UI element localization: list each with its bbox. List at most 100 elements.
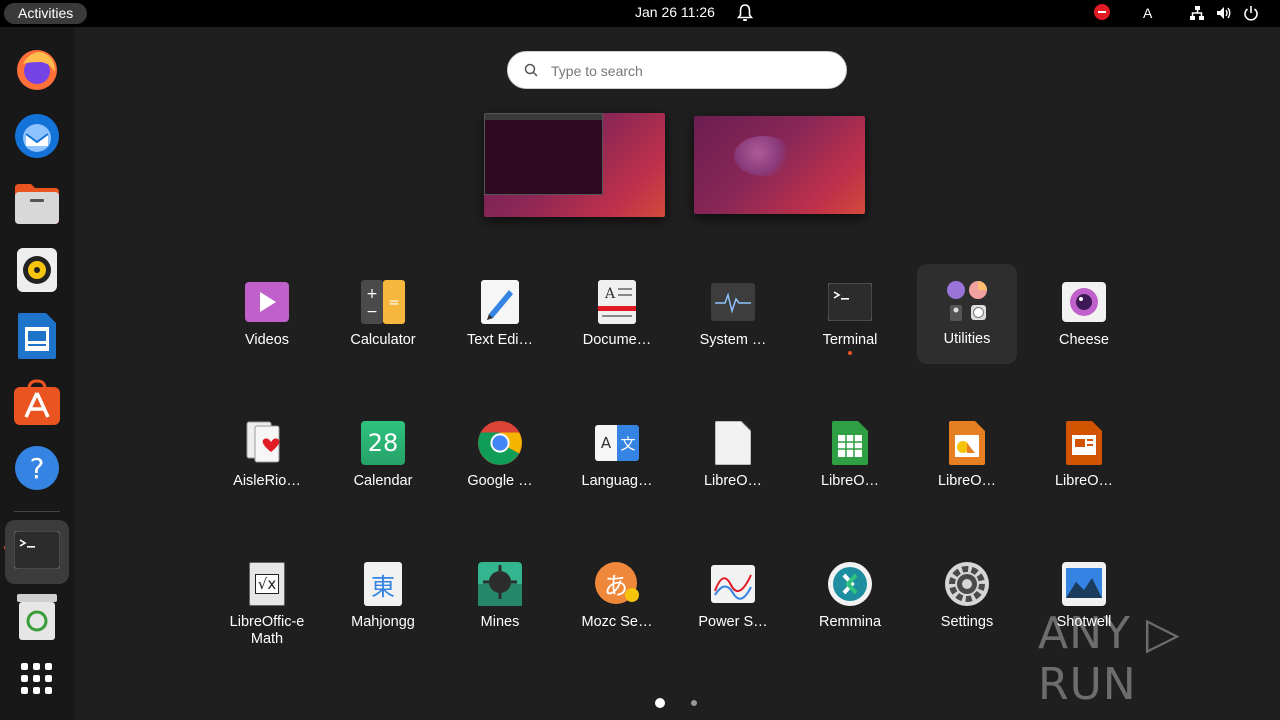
app-label: Mines bbox=[480, 614, 520, 630]
system-tray[interactable] bbox=[1189, 5, 1259, 26]
firefox-icon bbox=[15, 48, 59, 97]
wallpaper-jellyfish bbox=[734, 136, 794, 176]
search-bar[interactable] bbox=[507, 51, 847, 90]
app-libreoffice-impress[interactable]: LibreO… bbox=[1034, 406, 1134, 506]
app-mozc-setup[interactable]: あ Mozc Se… bbox=[567, 547, 667, 647]
app-label: Utilities bbox=[943, 331, 991, 347]
power-icon bbox=[1243, 5, 1259, 26]
app-label: Google … bbox=[467, 473, 533, 489]
mahjongg-tile: 東 bbox=[364, 562, 402, 606]
document-viewer-icon: A bbox=[594, 279, 640, 325]
app-settings[interactable]: Settings bbox=[917, 547, 1017, 647]
app-google-chrome[interactable]: Google … bbox=[450, 406, 550, 506]
remmina-icon bbox=[827, 561, 873, 607]
app-label: Settings bbox=[940, 614, 994, 630]
aisleriot-icon bbox=[244, 420, 290, 466]
app-mines[interactable]: Mines bbox=[450, 547, 550, 647]
utilities-folder-icon bbox=[944, 278, 990, 324]
app-libreoffice-math[interactable]: √x LibreOffic-e Math bbox=[217, 547, 317, 647]
app-document-viewer[interactable]: A Docume… bbox=[567, 265, 667, 365]
app-text-editor[interactable]: Text Edi… bbox=[450, 265, 550, 365]
libreoffice-impress-icon bbox=[1061, 420, 1107, 466]
videos-icon bbox=[244, 279, 290, 325]
dock-show-applications[interactable] bbox=[11, 655, 63, 707]
network-icon bbox=[1189, 5, 1205, 26]
svg-text:A: A bbox=[604, 286, 616, 302]
app-calendar[interactable]: 28 Calendar bbox=[333, 406, 433, 506]
app-label: LibreO… bbox=[703, 473, 763, 489]
app-label: LibreOffic-e Math bbox=[229, 614, 305, 647]
app-label: Remmina bbox=[818, 614, 882, 630]
app-label: Languag… bbox=[581, 473, 653, 489]
app-libreoffice-calc[interactable]: LibreO… bbox=[800, 406, 900, 506]
software-icon bbox=[14, 378, 60, 430]
thunderbird-icon bbox=[13, 112, 61, 165]
writer-icon bbox=[18, 312, 56, 364]
error-indicator-icon[interactable] bbox=[1094, 4, 1110, 20]
svg-text:=: = bbox=[388, 295, 400, 311]
mozc-icon: あ bbox=[594, 561, 640, 607]
app-remmina[interactable]: Remmina bbox=[800, 547, 900, 647]
app-label: Calculator bbox=[350, 332, 416, 348]
calculator-icon: + − = bbox=[360, 279, 406, 325]
page-indicator-1[interactable] bbox=[655, 698, 665, 708]
anyrun-watermark: ANY ▷ RUN bbox=[1038, 608, 1181, 710]
libreoffice-icon bbox=[710, 420, 756, 466]
settings-icon bbox=[944, 561, 990, 607]
language-icon: A 文 bbox=[594, 420, 640, 466]
dock-separator bbox=[14, 511, 60, 512]
dock-firefox[interactable] bbox=[11, 46, 63, 98]
dock-ubuntu-software[interactable] bbox=[11, 378, 63, 430]
app-cheese[interactable]: Cheese bbox=[1034, 265, 1134, 365]
window-preview[interactable] bbox=[484, 113, 603, 195]
app-videos[interactable]: Videos bbox=[217, 265, 317, 365]
shotwell-icon bbox=[1061, 561, 1107, 607]
app-aisleriot[interactable]: AisleRio… bbox=[217, 406, 317, 506]
app-language-support[interactable]: A 文 Languag… bbox=[567, 406, 667, 506]
app-utilities-folder[interactable]: Utilities bbox=[917, 264, 1017, 364]
notification-bell-icon[interactable] bbox=[736, 4, 754, 27]
keyboard-layout-indicator[interactable]: A bbox=[1143, 5, 1152, 21]
dock: ? bbox=[0, 27, 74, 720]
app-system-monitor[interactable]: System … bbox=[683, 265, 783, 365]
chrome-icon bbox=[477, 420, 523, 466]
search-input[interactable] bbox=[549, 52, 833, 90]
workspace-thumbnail-2[interactable] bbox=[694, 116, 865, 214]
app-libreoffice[interactable]: LibreO… bbox=[683, 406, 783, 506]
app-label: Mozc Se… bbox=[581, 614, 653, 630]
app-mahjongg[interactable]: 東 Mahjongg bbox=[333, 547, 433, 647]
workspace-thumbnail-1[interactable] bbox=[484, 113, 665, 217]
app-label: Videos bbox=[244, 332, 290, 348]
power-statistics-icon bbox=[710, 561, 756, 607]
dock-terminal[interactable] bbox=[5, 520, 69, 584]
app-calculator[interactable]: + − = Calculator bbox=[333, 265, 433, 365]
dock-trash[interactable] bbox=[11, 593, 63, 645]
app-label: Mahjongg bbox=[351, 614, 415, 630]
app-label: Docume… bbox=[582, 332, 652, 348]
cheese-icon bbox=[1061, 279, 1107, 325]
app-grid-icon bbox=[20, 662, 54, 701]
app-label: LibreO… bbox=[937, 473, 997, 489]
volume-icon bbox=[1216, 5, 1232, 26]
app-label: Text Edi… bbox=[466, 332, 534, 348]
page-indicator-2[interactable] bbox=[691, 700, 697, 706]
trash-icon bbox=[17, 593, 57, 645]
svg-text:+: + bbox=[366, 286, 378, 302]
app-terminal[interactable]: Terminal bbox=[800, 265, 900, 365]
dock-files[interactable] bbox=[11, 180, 63, 232]
dock-rhythmbox[interactable] bbox=[11, 246, 63, 298]
app-label: Cheese bbox=[1059, 332, 1109, 348]
dock-thunderbird[interactable] bbox=[11, 112, 63, 164]
clock[interactable]: Jan 26 11:26 bbox=[635, 4, 715, 20]
app-power-statistics[interactable]: Power S… bbox=[683, 547, 783, 647]
libreoffice-math-icon: √x bbox=[244, 561, 290, 607]
system-monitor-icon bbox=[710, 279, 756, 325]
activities-button[interactable]: Activities bbox=[4, 3, 88, 24]
app-label: System … bbox=[699, 332, 767, 348]
dock-help[interactable]: ? bbox=[11, 444, 63, 496]
app-label: Power S… bbox=[698, 614, 768, 630]
app-libreoffice-draw[interactable]: LibreO… bbox=[917, 406, 1017, 506]
app-label: Terminal bbox=[822, 332, 878, 348]
dock-writer[interactable] bbox=[11, 312, 63, 364]
terminal-icon bbox=[827, 279, 873, 325]
